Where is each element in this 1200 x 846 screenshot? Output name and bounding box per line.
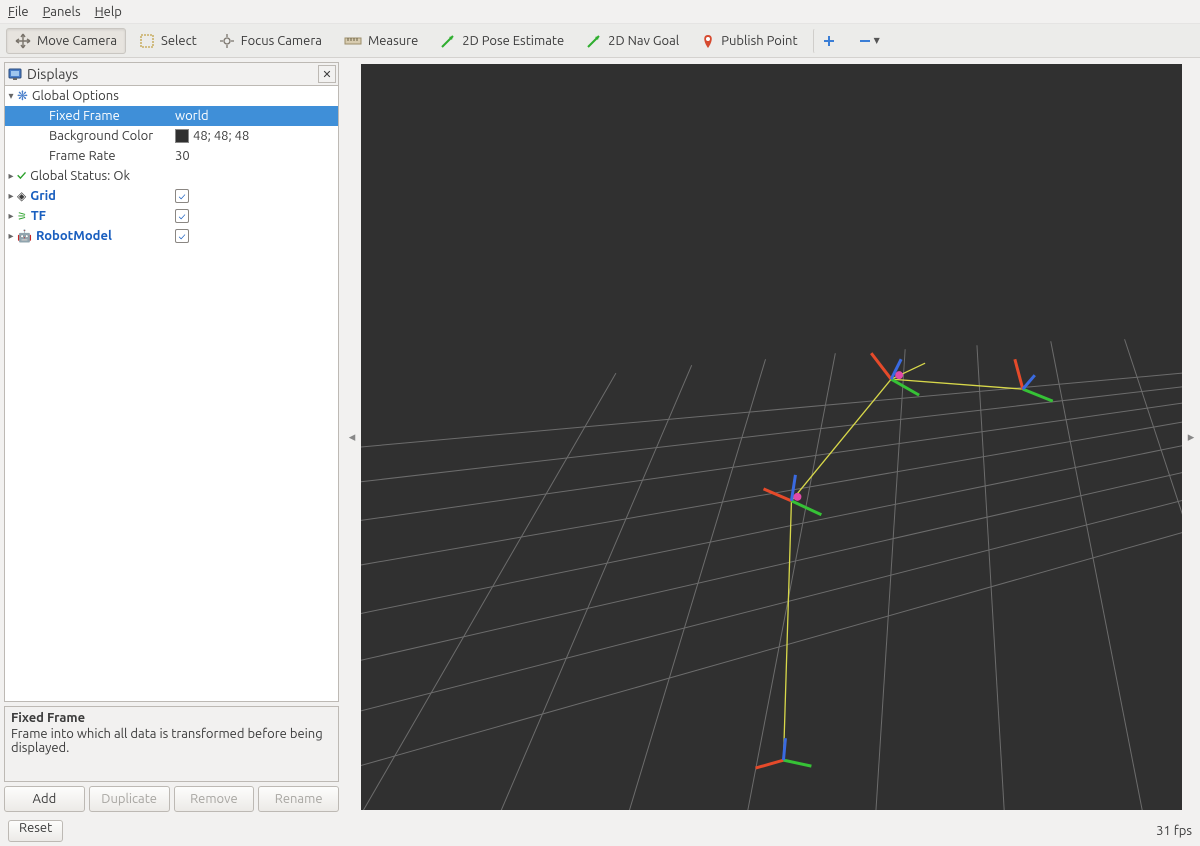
tree-row-robotmodel[interactable]: ▸ 🤖 RobotModel ✓: [5, 226, 338, 246]
tool-label: Publish Point: [721, 34, 797, 48]
tf-icon: ⚞: [17, 210, 27, 223]
tool-move-camera[interactable]: Move Camera: [6, 28, 126, 54]
tool-add[interactable]: [813, 28, 845, 54]
pose-estimate-icon: [440, 33, 456, 49]
robot-icon: 🤖: [17, 229, 32, 243]
button-label: Duplicate: [101, 792, 157, 806]
tree-label: Frame Rate: [49, 149, 116, 163]
tree-row-background-color[interactable]: Background Color 48; 48; 48: [5, 126, 338, 146]
expander-icon[interactable]: ▸: [5, 170, 17, 182]
expander-icon[interactable]: ▾: [5, 90, 17, 102]
right-collapse-handle[interactable]: ▸: [1182, 58, 1200, 816]
tree-value: 30: [175, 149, 190, 163]
main-area: Displays ✕ ▾ ❋ Global Options Fixed Fram…: [0, 58, 1200, 816]
rename-button[interactable]: Rename: [258, 786, 339, 812]
chevron-right-icon: ▸: [1188, 430, 1195, 445]
description-body: Frame into which all data is transformed…: [11, 727, 332, 755]
displays-tree[interactable]: ▾ ❋ Global Options Fixed Frame world Bac…: [4, 86, 339, 702]
remove-button[interactable]: Remove: [174, 786, 255, 812]
tree-row-grid[interactable]: ▸ ◈ Grid ✓: [5, 186, 338, 206]
3d-scene: [361, 64, 1182, 810]
tool-label: Measure: [368, 34, 418, 48]
toolbar: Move Camera Select Focus Camera Measure …: [0, 24, 1200, 58]
focus-camera-icon: [219, 33, 235, 49]
displays-icon: [7, 66, 23, 82]
chevron-left-icon: ◂: [349, 430, 356, 445]
tool-select[interactable]: Select: [130, 28, 206, 54]
checkmark-icon: ✓: [17, 169, 26, 183]
tree-row-global-options[interactable]: ▾ ❋ Global Options: [5, 86, 338, 106]
tool-publish-point[interactable]: Publish Point: [692, 28, 806, 54]
tool-label: Select: [161, 34, 197, 48]
checkbox[interactable]: ✓: [175, 229, 189, 243]
checkbox[interactable]: ✓: [175, 189, 189, 203]
tree-label: Global Options: [32, 89, 119, 103]
tool-label: Focus Camera: [241, 34, 322, 48]
close-icon: ✕: [322, 68, 331, 81]
grid-icon: ◈: [17, 189, 26, 203]
gear-icon: ❋: [17, 89, 28, 104]
tree-row-global-status[interactable]: ▸ ✓ Global Status: Ok: [5, 166, 338, 186]
expander-icon[interactable]: ▸: [5, 230, 17, 242]
color-swatch: [175, 129, 189, 143]
panel-close-button[interactable]: ✕: [318, 65, 336, 83]
tree-label: Grid: [30, 189, 56, 203]
tool-focus-camera[interactable]: Focus Camera: [210, 28, 331, 54]
viewport-wrap: [361, 58, 1182, 816]
reset-button[interactable]: Reset: [8, 820, 63, 842]
minus-icon: [858, 34, 872, 48]
statusbar: Reset 31 fps: [0, 816, 1200, 846]
tool-label: 2D Pose Estimate: [462, 34, 564, 48]
tool-label: Move Camera: [37, 34, 117, 48]
panel-titlebar: Displays ✕: [4, 62, 339, 86]
button-label: Rename: [275, 792, 323, 806]
menu-help[interactable]: Help: [95, 5, 122, 19]
fps-counter: 31 fps: [1156, 824, 1192, 838]
nav-goal-icon: [586, 33, 602, 49]
publish-point-icon: [701, 33, 715, 49]
tool-remove[interactable]: ▼: [849, 28, 889, 54]
measure-icon: [344, 36, 362, 46]
menubar: File Panels Help: [0, 0, 1200, 24]
tool-measure[interactable]: Measure: [335, 28, 427, 54]
left-collapse-handle[interactable]: ◂: [343, 58, 361, 816]
tree-label: Background Color: [49, 129, 153, 143]
panel-button-row: Add Duplicate Remove Rename: [0, 786, 343, 816]
expander-icon[interactable]: ▸: [5, 190, 17, 202]
tool-label: 2D Nav Goal: [608, 34, 679, 48]
displays-panel: Displays ✕ ▾ ❋ Global Options Fixed Fram…: [0, 58, 343, 816]
tree-row-frame-rate[interactable]: Frame Rate 30: [5, 146, 338, 166]
tree-label: Global Status: Ok: [30, 169, 130, 183]
3d-viewport[interactable]: [361, 64, 1182, 810]
tool-2d-pose-estimate[interactable]: 2D Pose Estimate: [431, 28, 573, 54]
tree-value: world: [175, 109, 209, 123]
description-title: Fixed Frame: [11, 711, 332, 725]
tree-label: TF: [31, 209, 46, 223]
dropdown-arrow-icon: ▼: [874, 36, 880, 45]
button-label: Reset: [19, 821, 52, 835]
menu-file[interactable]: File: [8, 5, 29, 19]
move-camera-icon: [15, 33, 31, 49]
menu-panels[interactable]: Panels: [43, 5, 81, 19]
button-label: Remove: [190, 792, 238, 806]
tree-value: 48; 48; 48: [193, 129, 249, 143]
duplicate-button[interactable]: Duplicate: [89, 786, 170, 812]
checkbox[interactable]: ✓: [175, 209, 189, 223]
tool-2d-nav-goal[interactable]: 2D Nav Goal: [577, 28, 688, 54]
tree-label: Fixed Frame: [49, 109, 120, 123]
plus-icon: [822, 34, 836, 48]
description-box: Fixed Frame Frame into which all data is…: [4, 706, 339, 782]
expander-icon[interactable]: ▸: [5, 210, 17, 222]
tree-label: RobotModel: [36, 229, 112, 243]
tree-row-fixed-frame[interactable]: Fixed Frame world: [5, 106, 338, 126]
button-label: Add: [33, 792, 57, 806]
add-button[interactable]: Add: [4, 786, 85, 812]
panel-title: Displays: [23, 66, 318, 82]
select-icon: [139, 33, 155, 49]
tree-row-tf[interactable]: ▸ ⚞ TF ✓: [5, 206, 338, 226]
